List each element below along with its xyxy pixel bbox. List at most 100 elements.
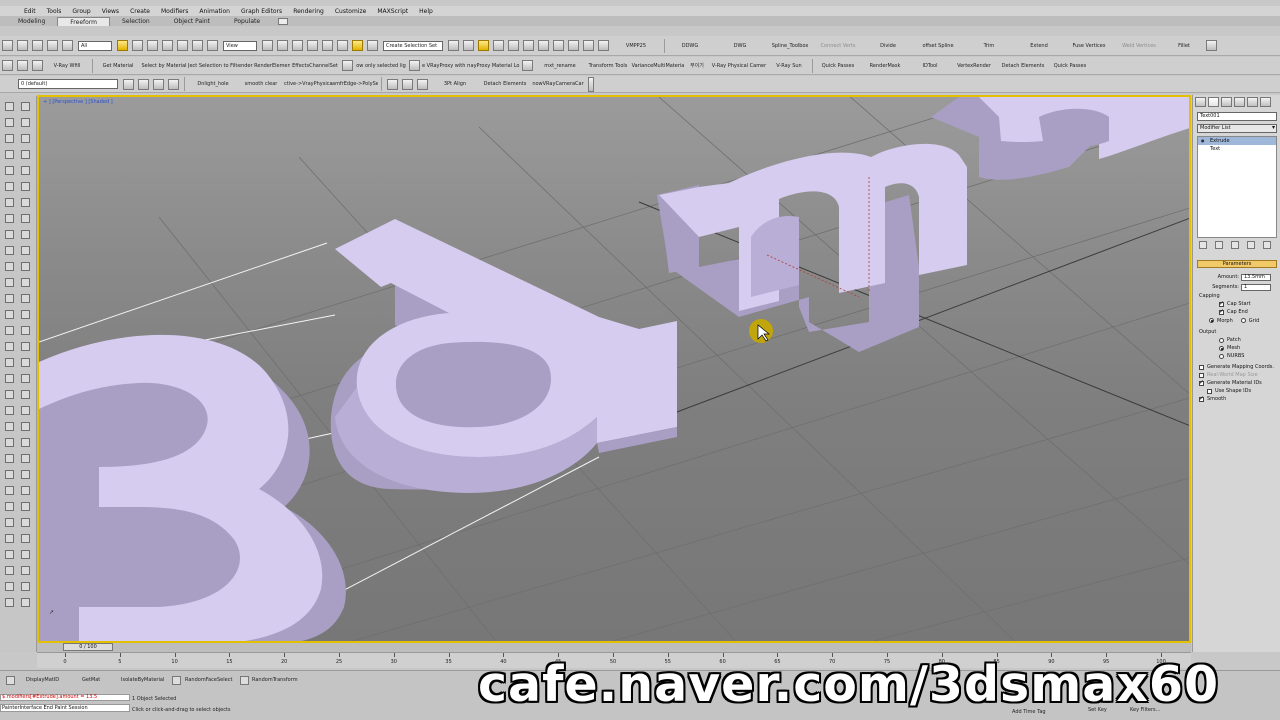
named-selection-set-dropdown[interactable]: Create Selection Set [383, 40, 443, 51]
configure-sets-icon[interactable] [1263, 241, 1271, 249]
btn-vray-camera-car[interactable]: nowVRayCameraCar [530, 81, 586, 87]
tool-icon[interactable] [5, 118, 14, 127]
mirror-icon[interactable] [448, 40, 459, 51]
remove-modifier-icon[interactable] [1247, 241, 1255, 249]
tool-icon[interactable] [21, 182, 30, 191]
tool-icon[interactable] [21, 486, 30, 495]
maxscript-mini-listener-output[interactable]: $.modifiers[#Extrude].amount = 13.5 [0, 694, 130, 701]
tool-icon[interactable] [5, 310, 14, 319]
tool-icon[interactable] [5, 294, 14, 303]
menu-animation[interactable]: Animation [199, 8, 230, 15]
tab-freeform[interactable]: Freeform [57, 17, 111, 26]
btn-transform-tools[interactable]: Transform Tools [585, 63, 631, 69]
script-connect-verts[interactable]: Connect Verts [812, 43, 864, 49]
tool-icon[interactable] [5, 502, 14, 511]
tool-icon[interactable] [5, 134, 14, 143]
graphite-toggle-icon[interactable] [508, 40, 519, 51]
tool-icon[interactable] [5, 422, 14, 431]
tool-icon[interactable] [21, 534, 30, 543]
move-icon[interactable] [177, 40, 188, 51]
tool-icon[interactable] [21, 326, 30, 335]
tab-object-paint[interactable]: Object Paint [162, 17, 222, 26]
rect-selection-icon[interactable] [147, 40, 158, 51]
tool-icon[interactable] [5, 438, 14, 447]
tab-modeling[interactable]: Modeling [6, 17, 57, 26]
script-ddwg[interactable]: DDWG [668, 43, 712, 49]
macro-icon[interactable] [6, 676, 15, 685]
edit-named-selection-icon[interactable] [367, 40, 378, 51]
rename-tool-icon[interactable] [522, 60, 533, 71]
btn-vray-sun[interactable]: V-Ray Sun [769, 63, 809, 69]
menu-views[interactable]: Views [102, 8, 119, 15]
show-end-result-icon[interactable] [1215, 241, 1223, 249]
angle-snap-icon[interactable] [322, 40, 333, 51]
tool-icon[interactable] [21, 278, 30, 287]
hierarchy-tab-icon[interactable] [1221, 97, 1232, 107]
layer-dropdown[interactable]: 0 (default) [18, 79, 118, 89]
macro-isolate-by-material[interactable]: IsolateByMaterial [121, 677, 164, 683]
tool-icon[interactable] [21, 118, 30, 127]
tool-icon[interactable] [5, 342, 14, 351]
percent-snap-icon[interactable] [337, 40, 348, 51]
menu-group[interactable]: Group [72, 8, 90, 15]
btn-active-vray-physical[interactable]: ctive->VrayPhysical [284, 81, 332, 87]
layer-select-icon[interactable] [138, 78, 149, 90]
tool-icon[interactable] [5, 262, 14, 271]
vray-proxy-icon[interactable] [409, 60, 420, 71]
tool-icon[interactable] [5, 518, 14, 527]
bind-space-warp-icon[interactable] [62, 40, 73, 51]
undo-icon[interactable] [2, 40, 13, 51]
tree-script-icon[interactable] [417, 78, 428, 90]
unlink-icon[interactable] [47, 40, 58, 51]
nurbs-radio[interactable]: NURBS [1193, 352, 1280, 360]
macro-random-transform[interactable]: RandomTransform [252, 677, 298, 683]
render-setup-icon[interactable] [568, 40, 579, 51]
vray-icon[interactable] [17, 60, 28, 71]
select-manipulate-icon[interactable] [277, 40, 288, 51]
layer-manager-icon[interactable] [493, 40, 504, 51]
script-fuse-vertices[interactable]: Fuse Vertices [1064, 43, 1114, 49]
grid-radio[interactable]: Grid [1240, 318, 1259, 324]
tool-icon[interactable] [21, 358, 30, 367]
scale-icon[interactable] [207, 40, 218, 51]
btn-idtool[interactable]: IDTool [910, 63, 950, 69]
tool-icon[interactable] [21, 566, 30, 575]
parameters-rollout[interactable]: Parameters [1197, 260, 1277, 268]
btn-select-by-material[interactable]: Select by Material [140, 63, 188, 69]
gen-mapping-checkbox[interactable]: Generate Mapping Coords. [1193, 363, 1280, 371]
select-object-icon[interactable] [117, 40, 128, 51]
tool-icon[interactable] [5, 390, 14, 399]
menu-maxscript[interactable]: MAXScript [377, 8, 408, 15]
scene-explorer-icon[interactable] [478, 40, 489, 51]
btn-vertex-render[interactable]: VertexRender [950, 63, 998, 69]
btn-smooth-clear[interactable]: smooth clear [238, 81, 284, 87]
tool-icon[interactable] [21, 390, 30, 399]
tool-icon[interactable] [5, 550, 14, 559]
script-extend[interactable]: Extend [1014, 43, 1064, 49]
btn-vray-wfill[interactable]: V-Ray Wfill [45, 63, 89, 69]
script-weld-vertices[interactable]: Weld Vertices [1114, 43, 1164, 49]
ribbon-menu-icon[interactable] [278, 18, 289, 25]
tool-icon[interactable] [5, 582, 14, 591]
stack-item-text[interactable]: Text [1198, 145, 1276, 153]
reference-coord-dropdown[interactable]: View [223, 40, 257, 51]
tool-icon[interactable] [21, 214, 30, 223]
object-name-field[interactable]: Text001 [1197, 112, 1277, 121]
menu-edit[interactable]: Edit [24, 8, 36, 15]
tool-icon[interactable] [5, 102, 14, 111]
grid-script-icon[interactable] [402, 78, 413, 90]
tool-icon[interactable] [5, 182, 14, 191]
render-production-icon[interactable] [598, 40, 609, 51]
tool-icon[interactable] [21, 342, 30, 351]
patch-radio[interactable]: Patch [1193, 336, 1280, 344]
real-world-checkbox[interactable]: Real-World Map Size [1193, 371, 1280, 379]
menu-help[interactable]: Help [419, 8, 433, 15]
tool-icon[interactable] [21, 310, 30, 319]
redo-icon[interactable] [17, 40, 28, 51]
tool-icon[interactable] [5, 566, 14, 575]
rendered-frame-icon[interactable] [583, 40, 594, 51]
gen-mat-ids-checkbox[interactable]: Generate Material IDs [1193, 379, 1280, 387]
motion-tab-icon[interactable] [1234, 97, 1245, 107]
tool-icon[interactable] [5, 406, 14, 415]
macro-random-face-select[interactable]: RandomFaceSelect [185, 677, 232, 683]
